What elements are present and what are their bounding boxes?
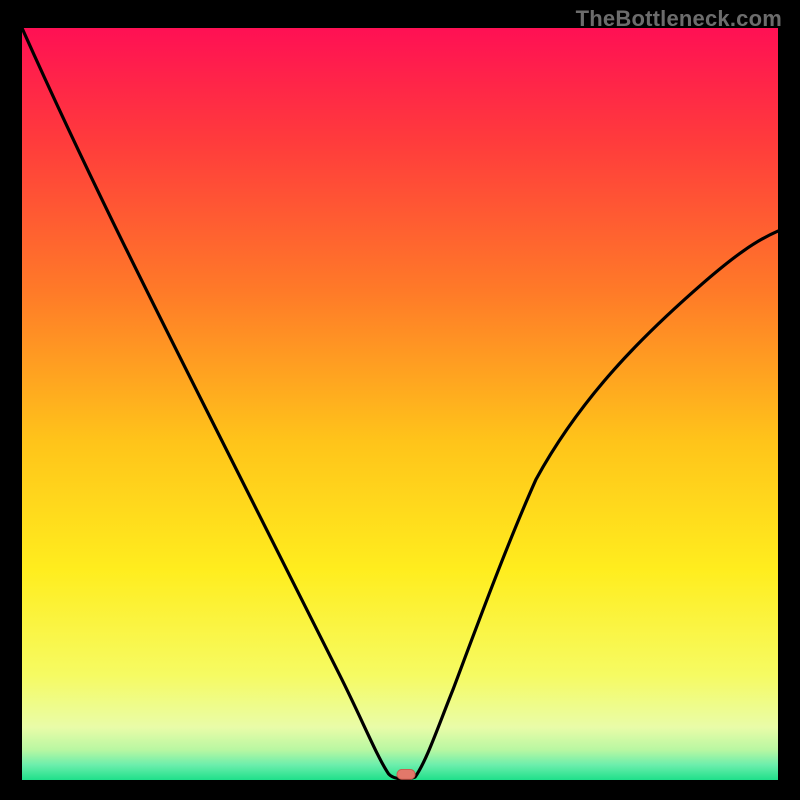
chart-frame: TheBottleneck.com: [0, 0, 800, 800]
bottleneck-plot: [22, 28, 778, 780]
optimal-marker: [397, 769, 415, 779]
gradient-background: [22, 28, 778, 780]
